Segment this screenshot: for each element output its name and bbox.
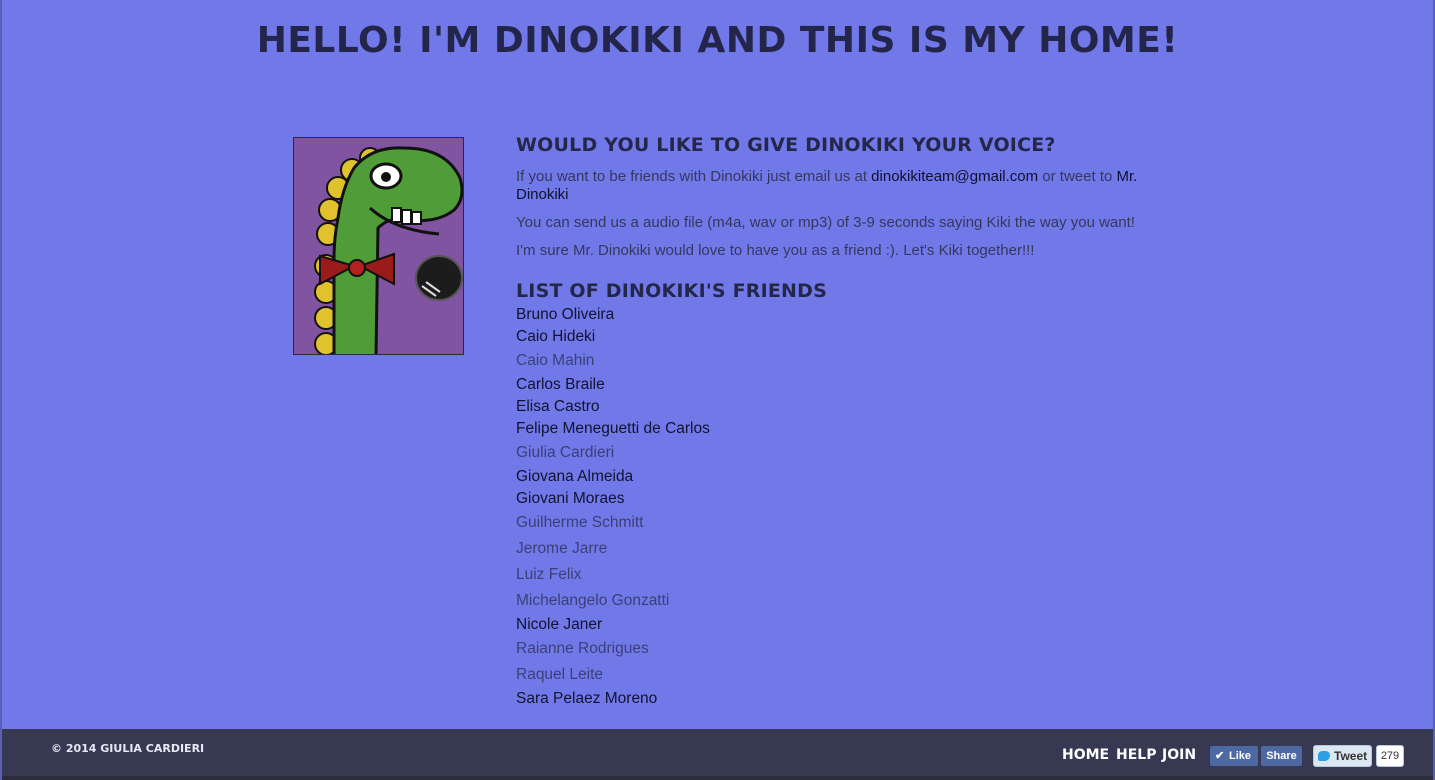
audio-paragraph: You can send us a audio file (m4a, wav o… — [516, 214, 1135, 231]
friends-list: Bruno Oliveira Caio Hideki Caio Mahin Ca… — [516, 306, 1141, 708]
friend-item: Sara Pelaez Moreno — [516, 690, 658, 707]
intro-text-middle: or tweet to — [1038, 168, 1117, 185]
email-link[interactable]: dinokikiteam@gmail.com — [871, 168, 1038, 185]
check-icon: ✔ — [1215, 750, 1225, 762]
friend-item: Caio Hideki — [516, 328, 596, 345]
footer-bar: © 2014 GIULIA CARDIERI HOME HELP JOIN ✔ … — [2, 729, 1433, 780]
friend-item: Raquel Leite — [516, 666, 604, 683]
friend-item: Raianne Rodrigues — [516, 640, 649, 657]
friend-item: Guilherme Schmitt — [516, 514, 644, 531]
tweet-count: 279 — [1376, 745, 1404, 767]
main-content: WOULD YOU LIKE TO GIVE DINOKIKI YOUR VOI… — [516, 134, 1141, 708]
intro-text: If you want to be friends with Dinokiki … — [516, 168, 872, 185]
friend-item: Jerome Jarre — [516, 540, 608, 557]
like-label: Like — [1229, 750, 1252, 762]
friend-item: Luiz Felix — [516, 566, 582, 583]
nav-help-link[interactable]: HELP — [1116, 747, 1156, 763]
intro-paragraph: If you want to be friends with Dinokiki … — [516, 168, 1141, 204]
frame-edge-left — [0, 0, 2, 780]
friend-item: Bruno Oliveira — [516, 306, 615, 323]
nav-home-link[interactable]: HOME — [1062, 747, 1109, 763]
nav-join-link[interactable]: JOIN — [1162, 747, 1196, 763]
page-title: HELLO! I'M DINOKIKI AND THIS IS MY HOME! — [256, 20, 1179, 61]
twitter-bird-icon — [1318, 751, 1330, 761]
friend-item: Giulia Cardieri — [516, 444, 615, 461]
tweet-button[interactable]: Tweet — [1313, 745, 1372, 767]
friend-item: Giovana Almeida — [516, 468, 634, 485]
friend-item: Elisa Castro — [516, 398, 600, 415]
friend-item: Giovani Moraes — [516, 490, 625, 507]
dinokiki-avatar — [293, 137, 464, 355]
friend-item: Michelangelo Gonzatti — [516, 592, 670, 609]
friend-item: Caio Mahin — [516, 352, 595, 369]
bottom-edge — [2, 776, 1433, 780]
friend-item: Felipe Meneguetti de Carlos — [516, 420, 710, 437]
friend-item: Carlos Braile — [516, 376, 605, 393]
dinosaur-illustration — [294, 138, 463, 354]
friend-item: Nicole Janer — [516, 616, 603, 633]
tweet-label: Tweet — [1334, 749, 1368, 763]
friend-paragraph: I'm sure Mr. Dinokiki would love to have… — [516, 242, 1035, 259]
facebook-share-button[interactable]: Share — [1261, 746, 1302, 766]
copyright-text: © 2014 GIULIA CARDIERI — [51, 742, 205, 755]
facebook-like-button[interactable]: ✔ Like — [1210, 746, 1258, 766]
voice-heading: WOULD YOU LIKE TO GIVE DINOKIKI YOUR VOI… — [516, 134, 1056, 156]
friends-heading: LIST OF DINOKIKI'S FRIENDS — [516, 280, 827, 302]
